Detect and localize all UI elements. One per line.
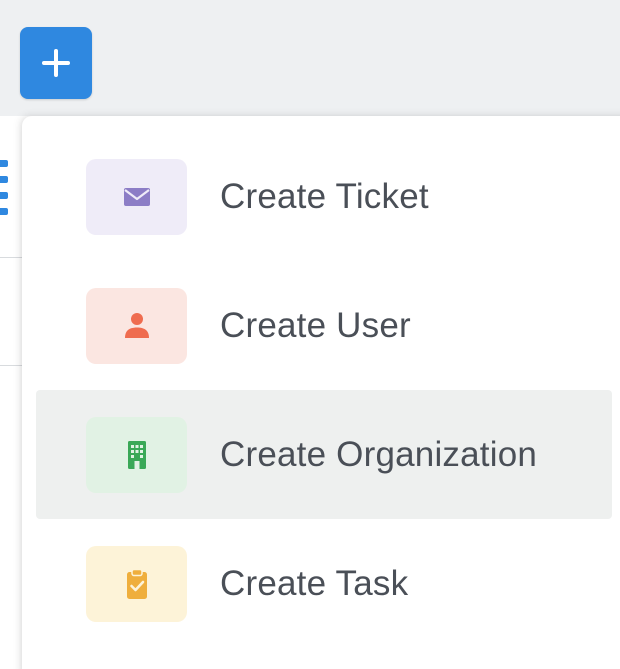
add-button[interactable] <box>20 27 92 99</box>
background-text-fragment <box>0 295 22 335</box>
create-dropdown-menu: Create Ticket Create User Create Organiz… <box>22 116 620 669</box>
menu-item-create-user[interactable]: Create User <box>36 261 612 390</box>
user-icon <box>124 313 149 338</box>
background-list-icon <box>0 160 8 230</box>
app-screen: Create Ticket Create User Create Organiz… <box>0 0 620 669</box>
building-icon <box>127 441 146 469</box>
menu-item-label: Create User <box>220 305 411 345</box>
menu-item-create-task[interactable]: Create Task <box>36 519 612 648</box>
menu-item-create-organization[interactable]: Create Organization <box>36 390 612 519</box>
background-divider <box>0 257 22 258</box>
icon-container <box>86 546 187 622</box>
menu-item-label: Create Task <box>220 563 409 603</box>
icon-container <box>86 417 187 493</box>
clipboard-check-icon <box>126 568 147 599</box>
menu-item-create-ticket[interactable]: Create Ticket <box>36 132 612 261</box>
top-bar <box>0 0 620 116</box>
envelope-icon <box>123 188 150 206</box>
icon-container <box>86 159 187 235</box>
icon-container <box>86 288 187 364</box>
background-divider <box>0 365 22 366</box>
menu-item-label: Create Organization <box>220 434 538 474</box>
plus-icon <box>42 49 70 77</box>
menu-item-label: Create Ticket <box>220 176 429 216</box>
